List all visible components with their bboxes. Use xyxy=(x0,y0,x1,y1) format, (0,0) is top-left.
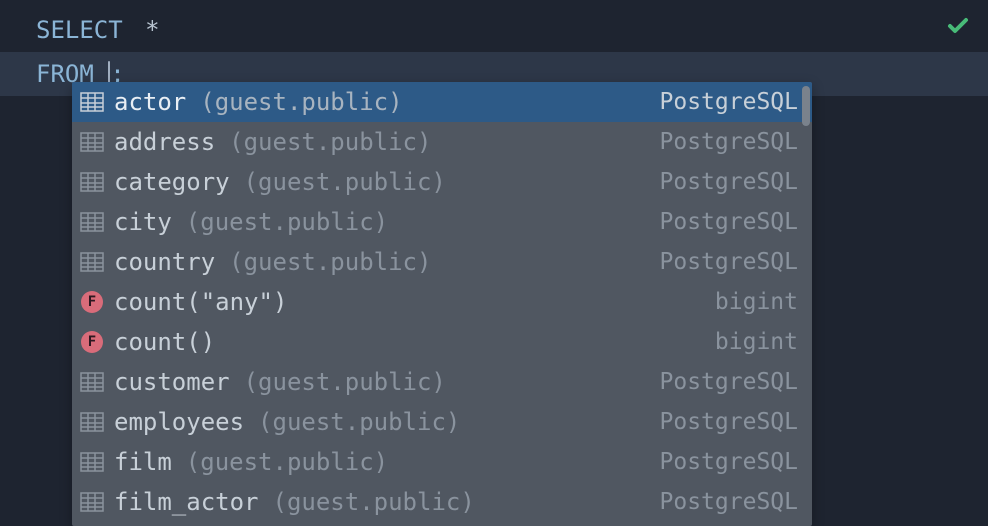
code-line-1[interactable]: SELECT * xyxy=(0,8,988,52)
item-name: customer xyxy=(114,368,230,396)
autocomplete-list[interactable]: actor (guest.public) PostgreSQL address (gu… xyxy=(72,82,812,526)
table-icon xyxy=(80,491,104,513)
autocomplete-item[interactable]: film_actor (guest.public) PostgreSQL xyxy=(72,482,812,522)
autocomplete-item[interactable]: Fcount("any") bigint xyxy=(72,282,812,322)
table-icon xyxy=(80,451,104,473)
item-type: PostgreSQL xyxy=(660,169,798,195)
item-name: count() xyxy=(114,328,215,356)
item-type: PostgreSQL xyxy=(660,249,798,275)
autocomplete-item[interactable]: category (guest.public) PostgreSQL xyxy=(72,162,812,202)
item-context: (guest.public) xyxy=(244,168,446,196)
table-icon xyxy=(80,91,104,113)
item-context: (guest.public) xyxy=(244,368,446,396)
select-columns: * xyxy=(145,16,159,44)
autocomplete-item[interactable]: Fcount() bigint xyxy=(72,322,812,362)
item-name: category xyxy=(114,168,230,196)
item-context: (guest.public) xyxy=(229,248,431,276)
item-type: PostgreSQL xyxy=(660,209,798,235)
item-name: actor xyxy=(114,88,186,116)
table-icon xyxy=(80,211,104,233)
item-name: film xyxy=(114,448,172,476)
item-context: (guest.public) xyxy=(229,128,431,156)
function-icon: F xyxy=(80,331,104,353)
item-context: (guest.public) xyxy=(258,408,460,436)
item-type: PostgreSQL xyxy=(660,89,798,115)
item-name: city xyxy=(114,208,172,236)
autocomplete-item[interactable]: actor (guest.public) PostgreSQL xyxy=(72,82,812,122)
item-type: bigint xyxy=(715,329,798,355)
table-icon xyxy=(80,251,104,273)
table-icon xyxy=(80,131,104,153)
autocomplete-item[interactable]: city (guest.public) PostgreSQL xyxy=(72,202,812,242)
scrollbar-thumb[interactable] xyxy=(802,86,810,126)
autocomplete-item[interactable]: employees (guest.public) PostgreSQL xyxy=(72,402,812,442)
item-context: (guest.public) xyxy=(186,448,388,476)
autocomplete-item[interactable]: address (guest.public) PostgreSQL xyxy=(72,122,812,162)
autocomplete-item[interactable]: country (guest.public) PostgreSQL xyxy=(72,242,812,282)
item-type: PostgreSQL xyxy=(660,409,798,435)
item-name: country xyxy=(114,248,215,276)
table-icon xyxy=(80,371,104,393)
item-name: film_actor xyxy=(114,488,259,516)
autocomplete-item[interactable]: film (guest.public) PostgreSQL xyxy=(72,442,812,482)
item-type: PostgreSQL xyxy=(660,129,798,155)
item-context: (guest.public) xyxy=(186,208,388,236)
valid-checkmark-icon xyxy=(946,12,970,45)
function-icon: F xyxy=(80,291,104,313)
keyword-select: SELECT xyxy=(36,16,123,44)
item-name: address xyxy=(114,128,215,156)
item-type: bigint xyxy=(715,289,798,315)
item-type: PostgreSQL xyxy=(660,449,798,475)
autocomplete-item[interactable]: customer (guest.public) PostgreSQL xyxy=(72,362,812,402)
table-icon xyxy=(80,171,104,193)
autocomplete-popup[interactable]: actor (guest.public) PostgreSQL address (gu… xyxy=(72,82,812,526)
table-icon xyxy=(80,411,104,433)
item-context: (guest.public) xyxy=(273,488,475,516)
item-name: employees xyxy=(114,408,244,436)
item-type: PostgreSQL xyxy=(660,369,798,395)
item-context: (guest.public) xyxy=(200,88,402,116)
item-type: PostgreSQL xyxy=(660,489,798,515)
item-name: count("any") xyxy=(114,288,287,316)
